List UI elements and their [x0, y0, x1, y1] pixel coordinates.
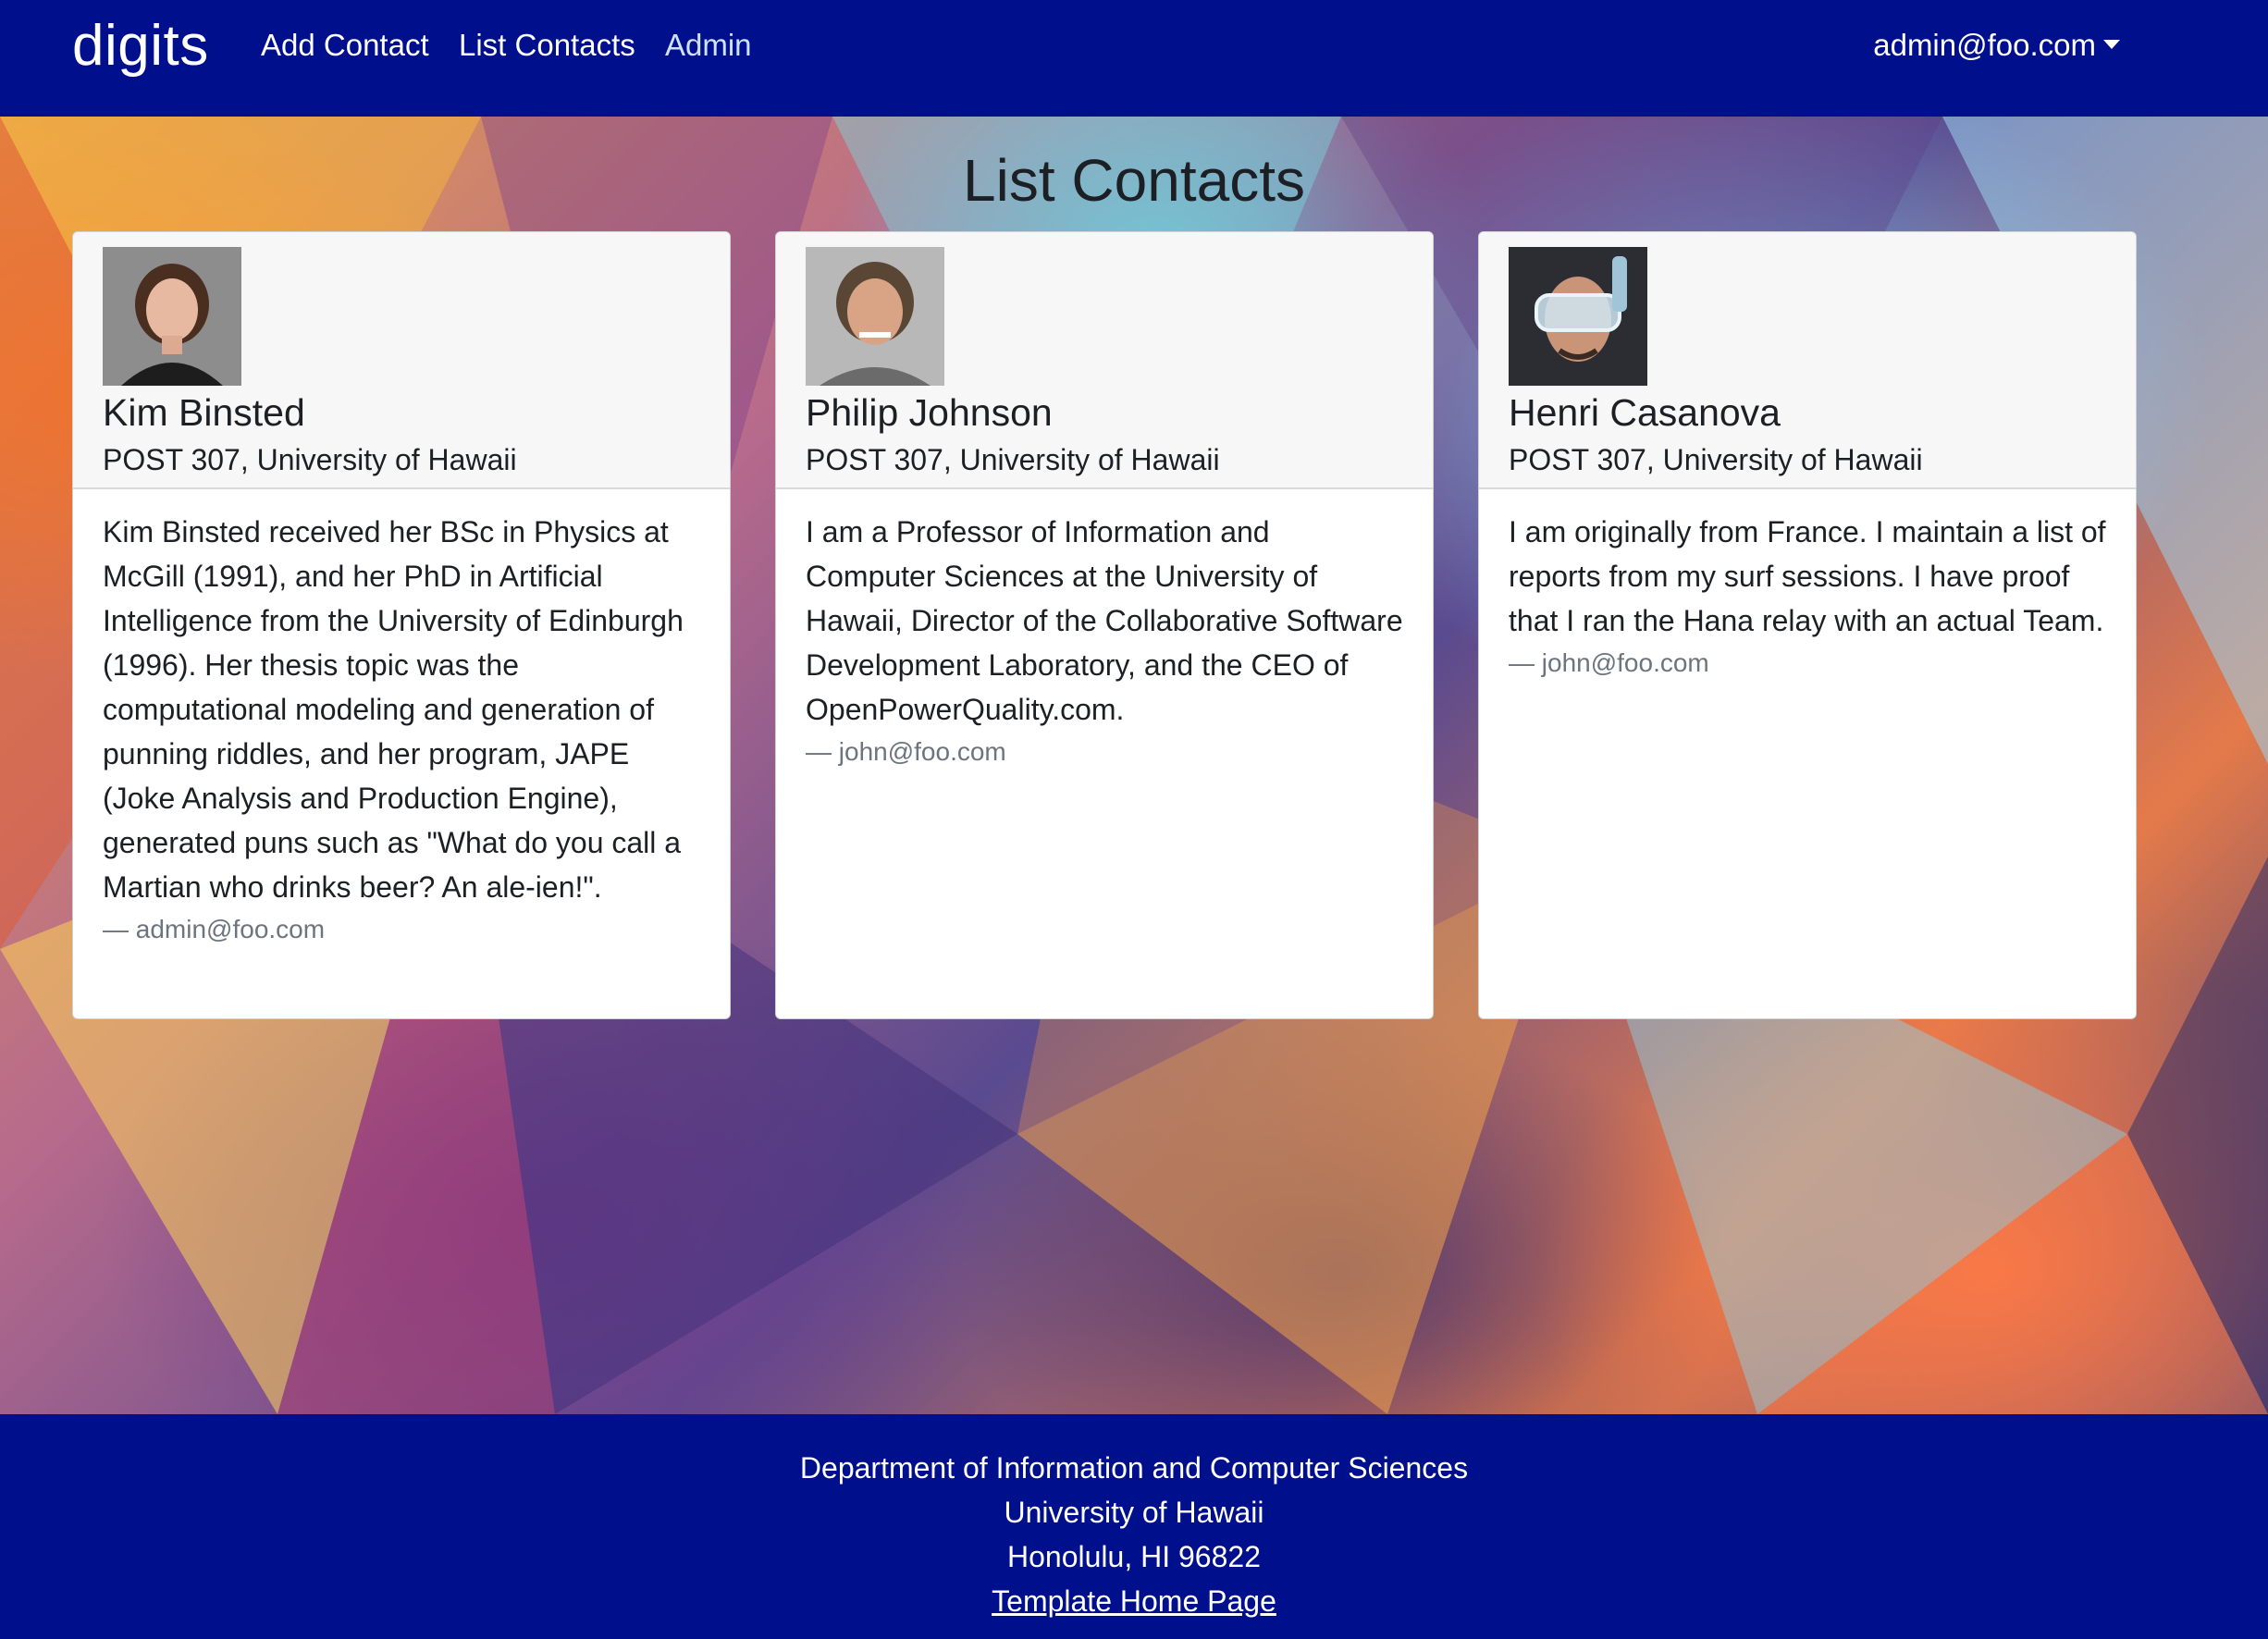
contact-description: Kim Binsted received her BSc in Physics … [103, 515, 684, 904]
navbar: digits Add Contact List Contacts Admin a… [0, 0, 2268, 117]
contact-address: POST 307, University of Hawaii [103, 443, 517, 476]
contact-card: Kim Binsted POST 307, University of Hawa… [72, 231, 731, 1019]
contact-description: I am a Professor of Information and Comp… [806, 515, 1403, 726]
contact-description: I am originally from France. I maintain … [1509, 515, 2106, 637]
contact-owner: — admin@foo.com [103, 915, 326, 943]
nav-add-contact[interactable]: Add Contact [261, 28, 429, 63]
contact-card: Henri Casanova POST 307, University of H… [1478, 231, 2137, 1019]
card-header: Philip Johnson POST 307, University of H… [776, 232, 1433, 489]
contact-owner: — john@foo.com [1509, 648, 1709, 677]
contact-name: Philip Johnson [806, 391, 1053, 434]
nav-list-contacts[interactable]: List Contacts [459, 28, 635, 63]
footer-department: Department of Information and Computer S… [799, 1451, 1469, 1485]
contact-card: Philip Johnson POST 307, University of H… [775, 231, 1434, 1019]
card-header: Henri Casanova POST 307, University of H… [1479, 232, 2136, 489]
card-header: Kim Binsted POST 307, University of Hawa… [73, 232, 730, 489]
contact-name: Kim Binsted [103, 391, 305, 434]
page-title: List Contacts [963, 147, 1305, 214]
card-body: I am originally from France. I maintain … [1509, 510, 2110, 684]
nav-admin[interactable]: Admin [665, 28, 752, 63]
background-area: List Contacts Kim Binsted POST 307, Univ… [0, 117, 2268, 1414]
footer-university: University of Hawaii [1004, 1496, 1264, 1529]
card-body: Kim Binsted received her BSc in Physics … [103, 510, 704, 950]
brand-logo[interactable]: digits [72, 13, 209, 79]
user-dropdown[interactable]: admin@foo.com [1873, 28, 2120, 63]
contact-name: Henri Casanova [1509, 391, 1781, 434]
avatar [806, 247, 944, 386]
footer: Department of Information and Computer S… [0, 1414, 2268, 1639]
avatar [1509, 247, 1647, 386]
contact-address: POST 307, University of Hawaii [1509, 443, 1923, 476]
card-body: I am a Professor of Information and Comp… [806, 510, 1407, 772]
contact-owner: — john@foo.com [806, 737, 1006, 766]
avatar [103, 247, 241, 386]
user-email: admin@foo.com [1873, 28, 2096, 62]
template-home-link[interactable]: Template Home Page [992, 1584, 1276, 1618]
caret-down-icon [2103, 40, 2120, 50]
footer-address: Honolulu, HI 96822 [1007, 1540, 1261, 1573]
contact-address: POST 307, University of Hawaii [806, 443, 1220, 476]
